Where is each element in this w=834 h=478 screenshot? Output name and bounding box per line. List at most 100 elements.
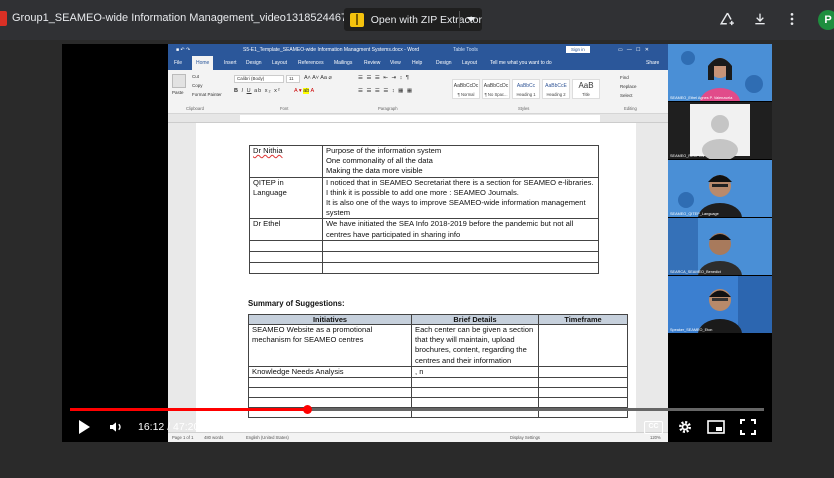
menu-design: Design	[246, 60, 262, 66]
captions-button[interactable]: CC	[644, 421, 663, 434]
drive-preview-topbar: Group1_SEAMEO-wide Information Managemen…	[0, 0, 834, 40]
word-ruler	[168, 114, 668, 123]
table-cell: SEAMEO Website as a promotional mechanis…	[248, 324, 412, 367]
suggestions-table: Initiatives Brief Details Timeframe SEAM…	[248, 314, 628, 419]
sign-in-button: Sign in	[566, 46, 590, 53]
open-with-button[interactable]: Open with ZIP Extractor	[344, 8, 482, 31]
participant-name: SEAMEO_Ethel Agnes P. Valenzuela	[670, 96, 733, 100]
chevron-down-icon[interactable]	[467, 17, 475, 22]
open-with-label: Open with ZIP Extractor	[370, 13, 482, 26]
list-icons: ☰ ☰ ☰ ⇤ ⇥ ↕ ¶	[358, 75, 410, 81]
participant-name: SEAMEO_QITEP_Language	[670, 212, 719, 216]
table-row	[249, 250, 599, 263]
style-name: ¶ No Spac...	[484, 92, 508, 97]
participant-avatar	[690, 104, 750, 159]
note-line: One commonality of all the data	[326, 156, 433, 166]
participant-name: Speaker_SEAMEO_Eton	[670, 328, 713, 332]
word-menu-bar: File Home Insert Design Layout Reference…	[168, 56, 668, 70]
table-cell: Each center can be given a section that …	[411, 324, 539, 367]
style-heading2: AaBbCcE Heading 2	[542, 79, 570, 99]
table-cell	[411, 377, 539, 389]
video-player[interactable]: ■ ↶ ↷ S5-E1_Template_SEAMEO-wide Informa…	[62, 44, 772, 442]
table-row: SEAMEO Website as a promotional mechanis…	[248, 324, 628, 367]
cut-label: Cut	[192, 74, 200, 79]
word-ribbon: Paste Cut Copy Format Painter Calibri (B…	[168, 70, 668, 114]
menu-insert: Insert	[224, 60, 237, 66]
find-label: Find	[620, 75, 629, 80]
participant-tile: SEAMEO_Ethel Agnes P. Valenzuela	[668, 44, 772, 101]
window-controls-icon: ▭ — ☐ ✕	[618, 47, 649, 53]
table-row	[249, 261, 599, 274]
open-with-separator	[459, 11, 460, 28]
page-count: Page 1 of 1	[172, 435, 194, 440]
participant-tile: SEAMEO_QITEP_Language	[668, 160, 772, 217]
video-file-icon	[0, 11, 7, 26]
menu-share: Share	[646, 60, 660, 66]
bold-italic-underline-icons: B I U ab x₂ x²	[234, 88, 281, 94]
speaker-name: QITEP in Language	[253, 177, 287, 197]
play-icon[interactable]	[77, 419, 91, 440]
menu-help: Help	[412, 60, 423, 66]
speaker-name: Dr Ethel	[253, 219, 281, 229]
style-preview: AaBbCcDc	[453, 83, 479, 89]
participant-video	[668, 218, 772, 275]
style-name: Heading 2	[546, 92, 566, 97]
group-font: Font	[280, 106, 289, 111]
add-to-drive-icon[interactable]	[718, 11, 736, 32]
document-area: Dr Nithia Purpose of the information sys…	[168, 123, 668, 432]
table-row: QITEP in Language I noticed that in SEAM…	[249, 176, 599, 220]
table-cell: , n	[411, 365, 539, 379]
style-name: Heading 1	[516, 92, 536, 97]
participant-name: SEARCA_SEAMEO_Benedict	[670, 270, 721, 274]
progress-fill	[70, 408, 308, 411]
account-avatar[interactable]: P	[818, 10, 834, 30]
paste-label: Paste	[172, 90, 184, 95]
participant-video	[668, 44, 772, 101]
table-cell: Dr Nithia	[249, 145, 323, 178]
table-row: Dr Ethel We have initiated the SEA Info …	[249, 218, 599, 241]
volume-icon[interactable]	[108, 419, 124, 440]
table-cell	[249, 250, 323, 263]
column-header: Timeframe	[538, 314, 628, 325]
table-row: Knowledge Needs Analysis , n	[248, 365, 628, 379]
table-cell: QITEP in Language	[249, 176, 323, 220]
display-settings: Display Settings	[510, 435, 541, 440]
summary-heading: Summary of Suggestions:	[248, 299, 345, 308]
table-cell	[322, 261, 599, 274]
align-icons: ☰ ☰ ☰ ☰ ↕ ▦ ▦	[358, 88, 414, 94]
menu-table-layout: Layout	[462, 60, 478, 66]
speaker-name: Dr Nithia	[253, 146, 283, 155]
table-cell: We have initiated the SEA Info 2018-2019…	[322, 218, 599, 241]
participant-tile: SEAMEO_RECFON	[668, 102, 772, 159]
replace-label: Replace	[620, 84, 637, 89]
style-preview: AaBbCcE	[545, 83, 567, 89]
tell-me-box: Tell me what you want to do	[490, 60, 552, 66]
table-cell	[248, 397, 412, 409]
style-preview: AaBbCc	[516, 83, 536, 89]
more-vert-icon[interactable]	[783, 11, 801, 31]
table-cell	[322, 239, 599, 252]
table-cell	[538, 397, 628, 409]
time-display: 16:12 / 47:20	[138, 421, 200, 433]
menu-home: Home	[192, 56, 214, 70]
download-icon[interactable]	[751, 11, 769, 31]
table-row	[248, 387, 628, 399]
table-cell	[411, 387, 539, 399]
font-size-box: 11	[286, 75, 300, 83]
word-window: ■ ↶ ↷ S5-E1_Template_SEAMEO-wide Informa…	[168, 44, 668, 442]
word-status-bar: Page 1 of 1 480 words English (United St…	[168, 432, 668, 442]
group-editing: Editing	[624, 106, 637, 111]
menu-table-design: Design	[436, 60, 452, 66]
table-cell	[248, 387, 412, 399]
column-header: Initiatives	[248, 314, 412, 325]
miniplayer-icon[interactable]	[707, 420, 725, 439]
table-cell	[249, 239, 323, 252]
fullscreen-icon[interactable]	[740, 419, 756, 440]
document-page: Dr Nithia Purpose of the information sys…	[196, 123, 636, 432]
progress-bar[interactable]	[70, 405, 764, 414]
font-name-box: Calibri (Body)	[234, 75, 284, 83]
group-styles: Styles	[518, 106, 530, 111]
settings-gear-icon[interactable]	[677, 419, 693, 440]
font-grow-icon: A˄ A˅ Aa ⌀	[304, 75, 332, 81]
paste-icon	[172, 74, 186, 88]
